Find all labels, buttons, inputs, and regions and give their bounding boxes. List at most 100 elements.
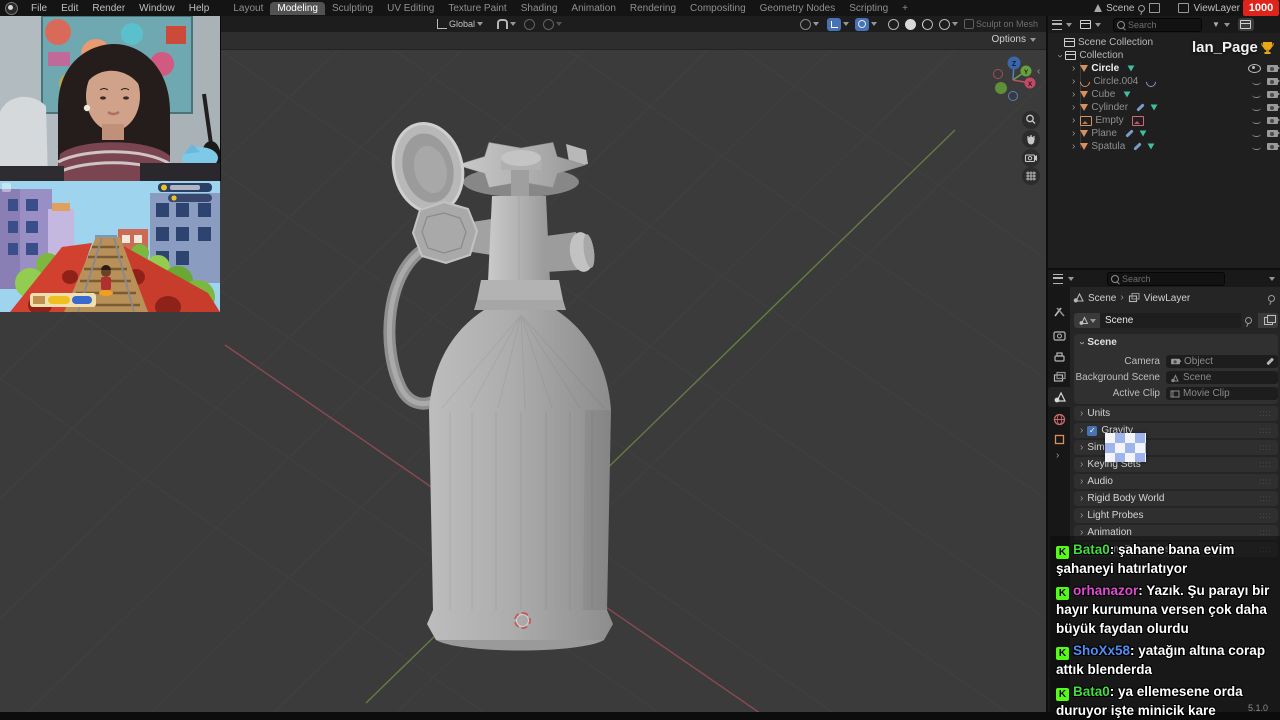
display-mode-icon[interactable]	[1080, 20, 1091, 29]
outliner-row-scene-collection[interactable]: Scene Collection	[1048, 36, 1280, 49]
add-workspace-button[interactable]: +	[895, 2, 915, 15]
menu-help[interactable]: Help	[182, 2, 217, 15]
panel-units[interactable]: › Units::::	[1074, 406, 1278, 421]
outliner-search-input[interactable]	[1128, 19, 1198, 30]
outliner-row-circle[interactable]: › Circle	[1048, 62, 1280, 75]
tab-more-icon[interactable]: ›	[1056, 451, 1059, 461]
tab-object[interactable]	[1048, 429, 1070, 449]
tab-world[interactable]	[1048, 409, 1070, 429]
expand-icon[interactable]: ›	[1072, 76, 1075, 87]
outliner-row-empty[interactable]: › Empty	[1048, 114, 1280, 127]
viewlayer-selector[interactable]: ViewLayer	[1193, 3, 1240, 14]
tab-geometry-nodes[interactable]: Geometry Nodes	[753, 2, 843, 15]
menu-render[interactable]: Render	[85, 2, 132, 15]
panel-grip[interactable]: ::::	[1259, 460, 1272, 469]
shading-wireframe-button[interactable]	[888, 17, 899, 31]
new-scene-icon[interactable]	[1149, 3, 1161, 13]
expand-icon[interactable]: ›	[1072, 102, 1075, 113]
background-scene-field[interactable]: Scene	[1166, 371, 1278, 384]
tab-layout[interactable]: Layout	[226, 2, 270, 15]
tab-modeling[interactable]: Modeling	[270, 1, 325, 15]
visibility-eye-closed-icon[interactable]	[1252, 105, 1261, 111]
3d-cursor[interactable]	[514, 612, 531, 629]
visibility-eye-closed-icon[interactable]	[1252, 79, 1261, 85]
tab-tool[interactable]	[1048, 301, 1070, 321]
tab-render[interactable]	[1048, 325, 1070, 345]
render-visibility-icon[interactable]	[1267, 117, 1280, 124]
properties-search-input[interactable]	[1122, 273, 1212, 284]
pin-icon[interactable]	[1245, 317, 1252, 324]
proportional-falloff-dropdown[interactable]	[543, 17, 562, 31]
sculpt-on-mesh-toggle[interactable]: Sculpt on Mesh	[963, 17, 1038, 31]
panel-grip[interactable]: ::::	[1259, 511, 1272, 520]
expand-icon[interactable]: ›	[1072, 141, 1075, 152]
panel-audio[interactable]: › Audio::::	[1074, 474, 1278, 489]
visibility-eye-closed-icon[interactable]	[1252, 92, 1261, 98]
outliner-row-cylinder[interactable]: › Cylinder	[1048, 101, 1280, 114]
gravity-checkbox[interactable]: ✓	[1087, 425, 1098, 436]
outliner-search[interactable]	[1113, 17, 1202, 32]
shading-rendered-button[interactable]	[939, 17, 958, 31]
tab-animation[interactable]: Animation	[564, 2, 622, 15]
outliner-row-cube[interactable]: › Cube	[1048, 88, 1280, 101]
tab-scene[interactable]	[1048, 387, 1070, 407]
breadcrumb-viewlayer[interactable]: ViewLayer	[1144, 293, 1191, 304]
blender-logo-icon[interactable]	[5, 1, 18, 15]
render-visibility-icon[interactable]	[1267, 143, 1280, 150]
menu-edit[interactable]: Edit	[54, 2, 85, 15]
transform-orientation-dropdown[interactable]: Global	[437, 17, 484, 31]
render-visibility-icon[interactable]	[1267, 91, 1280, 98]
render-visibility-icon[interactable]	[1267, 104, 1280, 111]
tab-view-layer[interactable]	[1048, 367, 1070, 387]
pin-icon[interactable]	[1138, 4, 1146, 12]
overlays-dropdown[interactable]	[827, 17, 849, 31]
expand-icon[interactable]: ›	[1072, 89, 1075, 100]
editor-type-icon[interactable]	[1053, 273, 1063, 284]
tab-rendering[interactable]: Rendering	[623, 2, 683, 15]
xray-toggle[interactable]	[855, 17, 877, 31]
scene-datablock-selector[interactable]	[1074, 313, 1100, 328]
active-clip-field[interactable]: Movie Clip	[1166, 387, 1278, 400]
pin-icon[interactable]	[1268, 294, 1275, 302]
expand-icon[interactable]: ›	[1072, 63, 1075, 74]
visibility-eye-closed-icon[interactable]	[1252, 118, 1261, 124]
panel-grip[interactable]: ::::	[1259, 477, 1272, 486]
proportional-editing-toggle[interactable]	[524, 17, 535, 31]
panel-grip[interactable]: ::::	[1259, 443, 1272, 452]
shading-material-button[interactable]	[922, 17, 933, 31]
fire-extinguisher-model[interactable]	[380, 110, 640, 670]
tab-shading[interactable]: Shading	[514, 2, 565, 15]
outliner-row-circle004[interactable]: › Circle.004	[1048, 74, 1280, 89]
render-visibility-icon[interactable]	[1267, 65, 1280, 72]
menu-file[interactable]: File	[24, 2, 54, 15]
expand-icon[interactable]: ›	[1072, 115, 1075, 126]
outliner-row-collection[interactable]: › Collection	[1048, 49, 1280, 62]
visibility-eye-closed-icon[interactable]	[1252, 131, 1261, 137]
outliner-row-plane[interactable]: › Plane	[1048, 127, 1280, 140]
display-mode-caret[interactable]	[1095, 22, 1101, 27]
camera-object-field[interactable]: Object	[1166, 355, 1278, 368]
scene-name-field[interactable]: Scene	[1100, 313, 1241, 328]
panel-grip[interactable]: ::::	[1259, 494, 1272, 503]
visibility-eye-closed-icon[interactable]	[1252, 144, 1261, 150]
header-options-caret[interactable]	[1269, 276, 1275, 281]
snapping-dropdown[interactable]	[497, 17, 516, 31]
panel-grip[interactable]: ::::	[1259, 426, 1272, 435]
gizmos-dropdown[interactable]	[800, 17, 819, 31]
eyedropper-icon[interactable]	[1266, 357, 1274, 366]
tab-uv-editing[interactable]: UV Editing	[380, 2, 441, 15]
shading-solid-button[interactable]	[905, 17, 916, 31]
new-collection-button[interactable]	[1237, 18, 1254, 31]
expand-icon[interactable]: ›	[1072, 128, 1075, 139]
filter-icon[interactable]: ▼	[1212, 20, 1220, 29]
sidebar-toggle-arrow[interactable]: ‹	[1037, 66, 1040, 77]
editor-type-icon[interactable]	[1052, 19, 1062, 30]
filter-caret[interactable]	[1223, 22, 1230, 27]
collapse-icon[interactable]: ›	[1055, 54, 1066, 57]
breadcrumb-scene[interactable]: Scene	[1088, 293, 1116, 304]
tab-texture-paint[interactable]: Texture Paint	[441, 2, 513, 15]
outliner-row-spatula[interactable]: › Spatula	[1048, 140, 1280, 153]
scene-panel-header[interactable]: › Scene	[1077, 337, 1117, 348]
panel-light-probes[interactable]: › Light Probes::::	[1074, 508, 1278, 523]
options-dropdown[interactable]: Options	[992, 34, 1036, 45]
